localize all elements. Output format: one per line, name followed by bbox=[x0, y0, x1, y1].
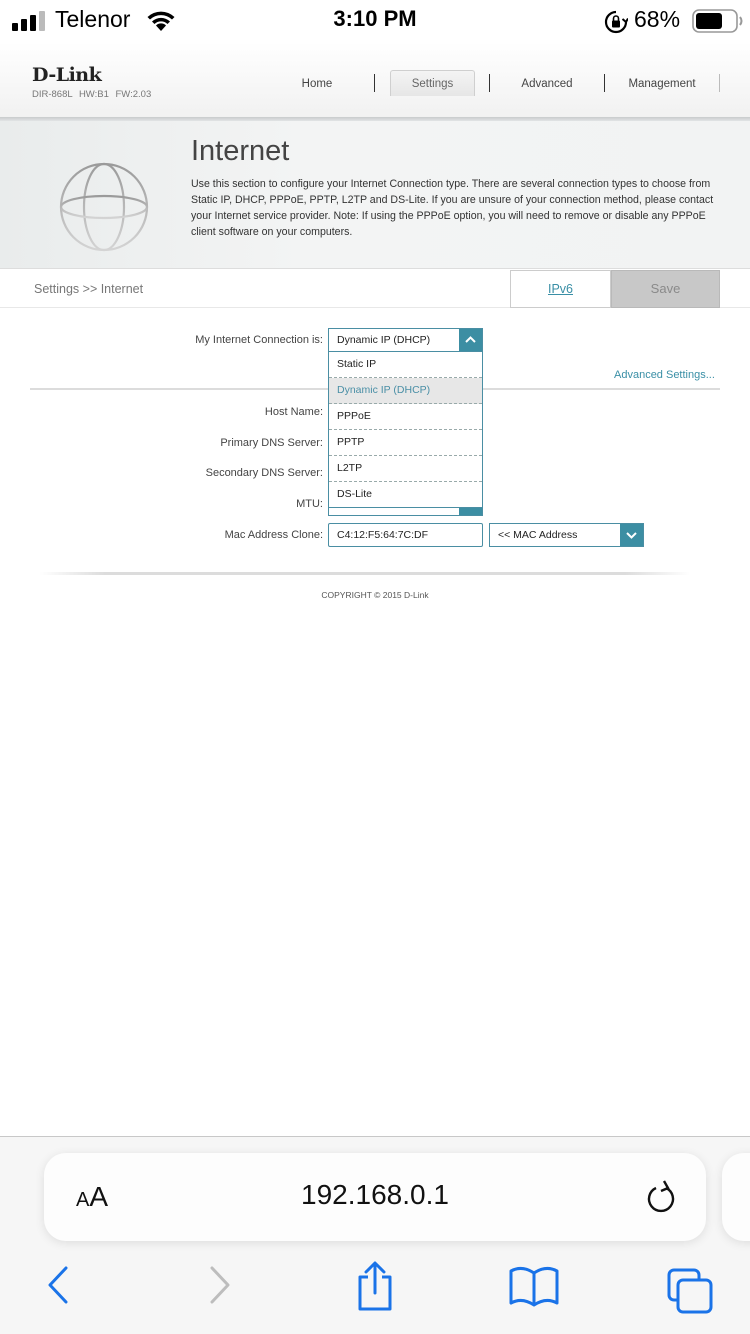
chevron-down-icon[interactable] bbox=[620, 524, 643, 546]
host-name-label: Host Name: bbox=[264, 406, 323, 418]
secondary-dns-label: Secondary DNS Server: bbox=[205, 467, 323, 479]
battery-level bbox=[696, 13, 722, 29]
orientation-lock-icon bbox=[604, 10, 628, 34]
nav-settings[interactable]: Settings bbox=[390, 70, 475, 96]
model-info: DIR-868L HW:B1 FW:2.03 bbox=[32, 89, 152, 100]
mac-address-input[interactable]: C4:12:F5:64:7C:DF bbox=[328, 523, 483, 547]
bookmarks-icon[interactable] bbox=[508, 1265, 560, 1309]
url-text[interactable]: 192.168.0.1 bbox=[44, 1179, 706, 1211]
ipv6-button[interactable]: IPv6 bbox=[510, 270, 611, 308]
mac-clone-label: Mac Address Clone: bbox=[224, 529, 323, 541]
mtu-label: MTU: bbox=[296, 498, 323, 510]
connection-type-label: My Internet Connection is: bbox=[195, 334, 323, 346]
connection-type-value: Dynamic IP (DHCP) bbox=[337, 334, 431, 346]
screen: Telenor 3:10 PM 68% D-Link DIR-868L HW:B… bbox=[0, 0, 750, 1334]
option-pppoe[interactable]: PPPoE bbox=[329, 404, 482, 430]
option-l2tp[interactable]: L2TP bbox=[329, 456, 482, 482]
primary-dns-label: Primary DNS Server: bbox=[220, 437, 323, 449]
back-icon[interactable] bbox=[44, 1265, 72, 1305]
save-button[interactable]: Save bbox=[611, 270, 720, 308]
dlink-logo: D-Link bbox=[32, 64, 102, 86]
battery-icon bbox=[692, 9, 743, 33]
breadcrumb: Settings >> Internet bbox=[34, 282, 144, 296]
battery-percent: 68% bbox=[634, 6, 681, 32]
connection-type-dropdown: Static IP Dynamic IP (DHCP) PPPoE PPTP L… bbox=[328, 352, 483, 508]
connection-type-select[interactable]: Dynamic IP (DHCP) bbox=[328, 328, 483, 352]
copyright: COPYRIGHT © 2015 D-Link bbox=[321, 590, 429, 600]
next-tab-peek[interactable] bbox=[722, 1153, 750, 1241]
nav-home[interactable]: Home bbox=[282, 70, 352, 94]
option-pptp[interactable]: PPTP bbox=[329, 430, 482, 456]
nav-divider bbox=[719, 74, 720, 92]
nav-divider bbox=[374, 74, 375, 92]
tabs-icon[interactable] bbox=[666, 1267, 716, 1315]
share-icon[interactable] bbox=[354, 1261, 396, 1313]
browser-toolbar: AA 192.168.0.1 bbox=[0, 1136, 750, 1334]
mac-select-value: << MAC Address bbox=[498, 529, 578, 541]
forward-icon[interactable] bbox=[206, 1265, 234, 1305]
option-dynamic-ip[interactable]: Dynamic IP (DHCP) bbox=[329, 378, 482, 404]
nav-divider bbox=[604, 74, 605, 92]
mac-address-select[interactable]: << MAC Address bbox=[489, 523, 644, 547]
breadcrumb-bar: Settings >> Internet IPv6 Save bbox=[0, 268, 750, 308]
page-title: Internet bbox=[191, 135, 290, 167]
reload-icon[interactable] bbox=[644, 1178, 678, 1216]
option-static-ip[interactable]: Static IP bbox=[329, 352, 482, 378]
nav-divider bbox=[489, 74, 490, 92]
section-banner: Internet Use this section to configure y… bbox=[0, 121, 750, 268]
footer-divider bbox=[40, 572, 690, 575]
globe-icon bbox=[59, 162, 149, 252]
page-description: Use this section to configure your Inter… bbox=[191, 178, 714, 238]
advanced-settings-link[interactable]: Advanced Settings... bbox=[614, 369, 715, 381]
option-ds-lite[interactable]: DS-Lite bbox=[329, 482, 482, 508]
status-bar: Telenor 3:10 PM 68% bbox=[0, 0, 750, 42]
router-header: D-Link DIR-868L HW:B1 FW:2.03 Home Setti… bbox=[0, 42, 750, 118]
chevron-up-icon[interactable] bbox=[459, 329, 482, 351]
nav-management[interactable]: Management bbox=[618, 70, 706, 94]
address-bar[interactable]: AA 192.168.0.1 bbox=[44, 1153, 706, 1241]
nav-advanced[interactable]: Advanced bbox=[507, 70, 587, 94]
